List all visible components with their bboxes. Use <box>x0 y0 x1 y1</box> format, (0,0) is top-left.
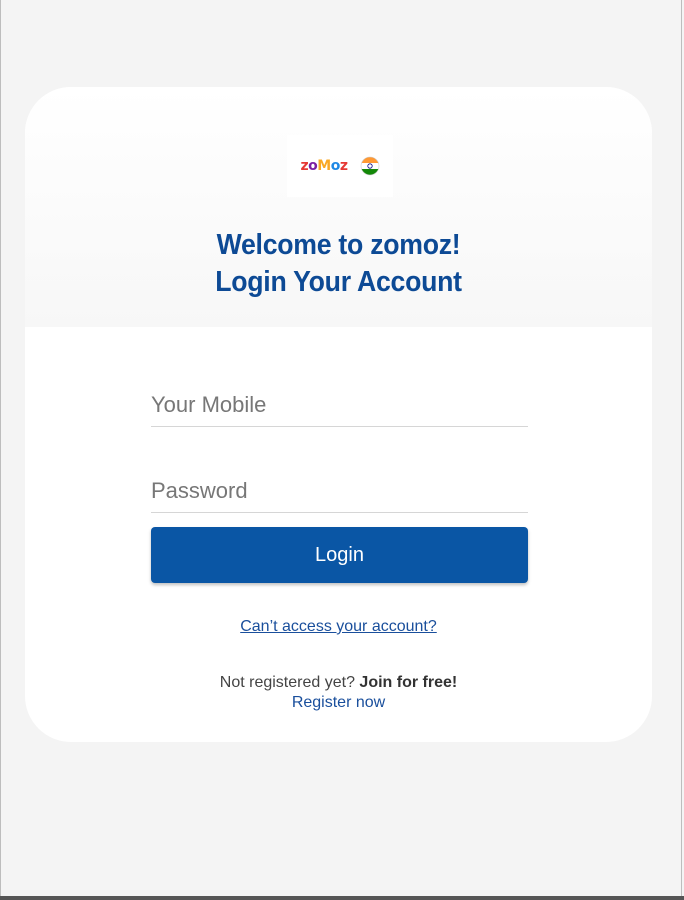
mobile-field <box>151 385 528 427</box>
not-registered-text: Not registered yet? <box>219 674 355 691</box>
password-input[interactable] <box>151 471 528 511</box>
mobile-input[interactable] <box>151 385 528 425</box>
login-card: zoMoz Welcome to zomoz! Login Your Accou… <box>25 87 652 742</box>
register-prompt: Not registered yet? Join for free! <box>25 674 652 692</box>
forgot-account-link[interactable]: Can’t access your account? <box>25 618 652 636</box>
page-title: Welcome to zomoz! Login Your Account <box>50 227 627 301</box>
brand-logo[interactable]: zoMoz <box>287 135 393 197</box>
title-line-login: Login Your Account <box>215 266 462 298</box>
join-free-text: Join for free! <box>359 674 458 691</box>
password-field <box>151 471 528 513</box>
bottom-edge <box>0 896 684 900</box>
card-header: zoMoz Welcome to zomoz! Login Your Accou… <box>25 87 652 327</box>
title-line-welcome: Welcome to zomoz! <box>216 229 461 261</box>
register-link[interactable]: Register now <box>25 694 652 712</box>
login-button[interactable]: Login <box>151 527 528 583</box>
logo-wordmark: zoMoz <box>300 158 348 174</box>
india-flag-icon <box>360 156 379 176</box>
